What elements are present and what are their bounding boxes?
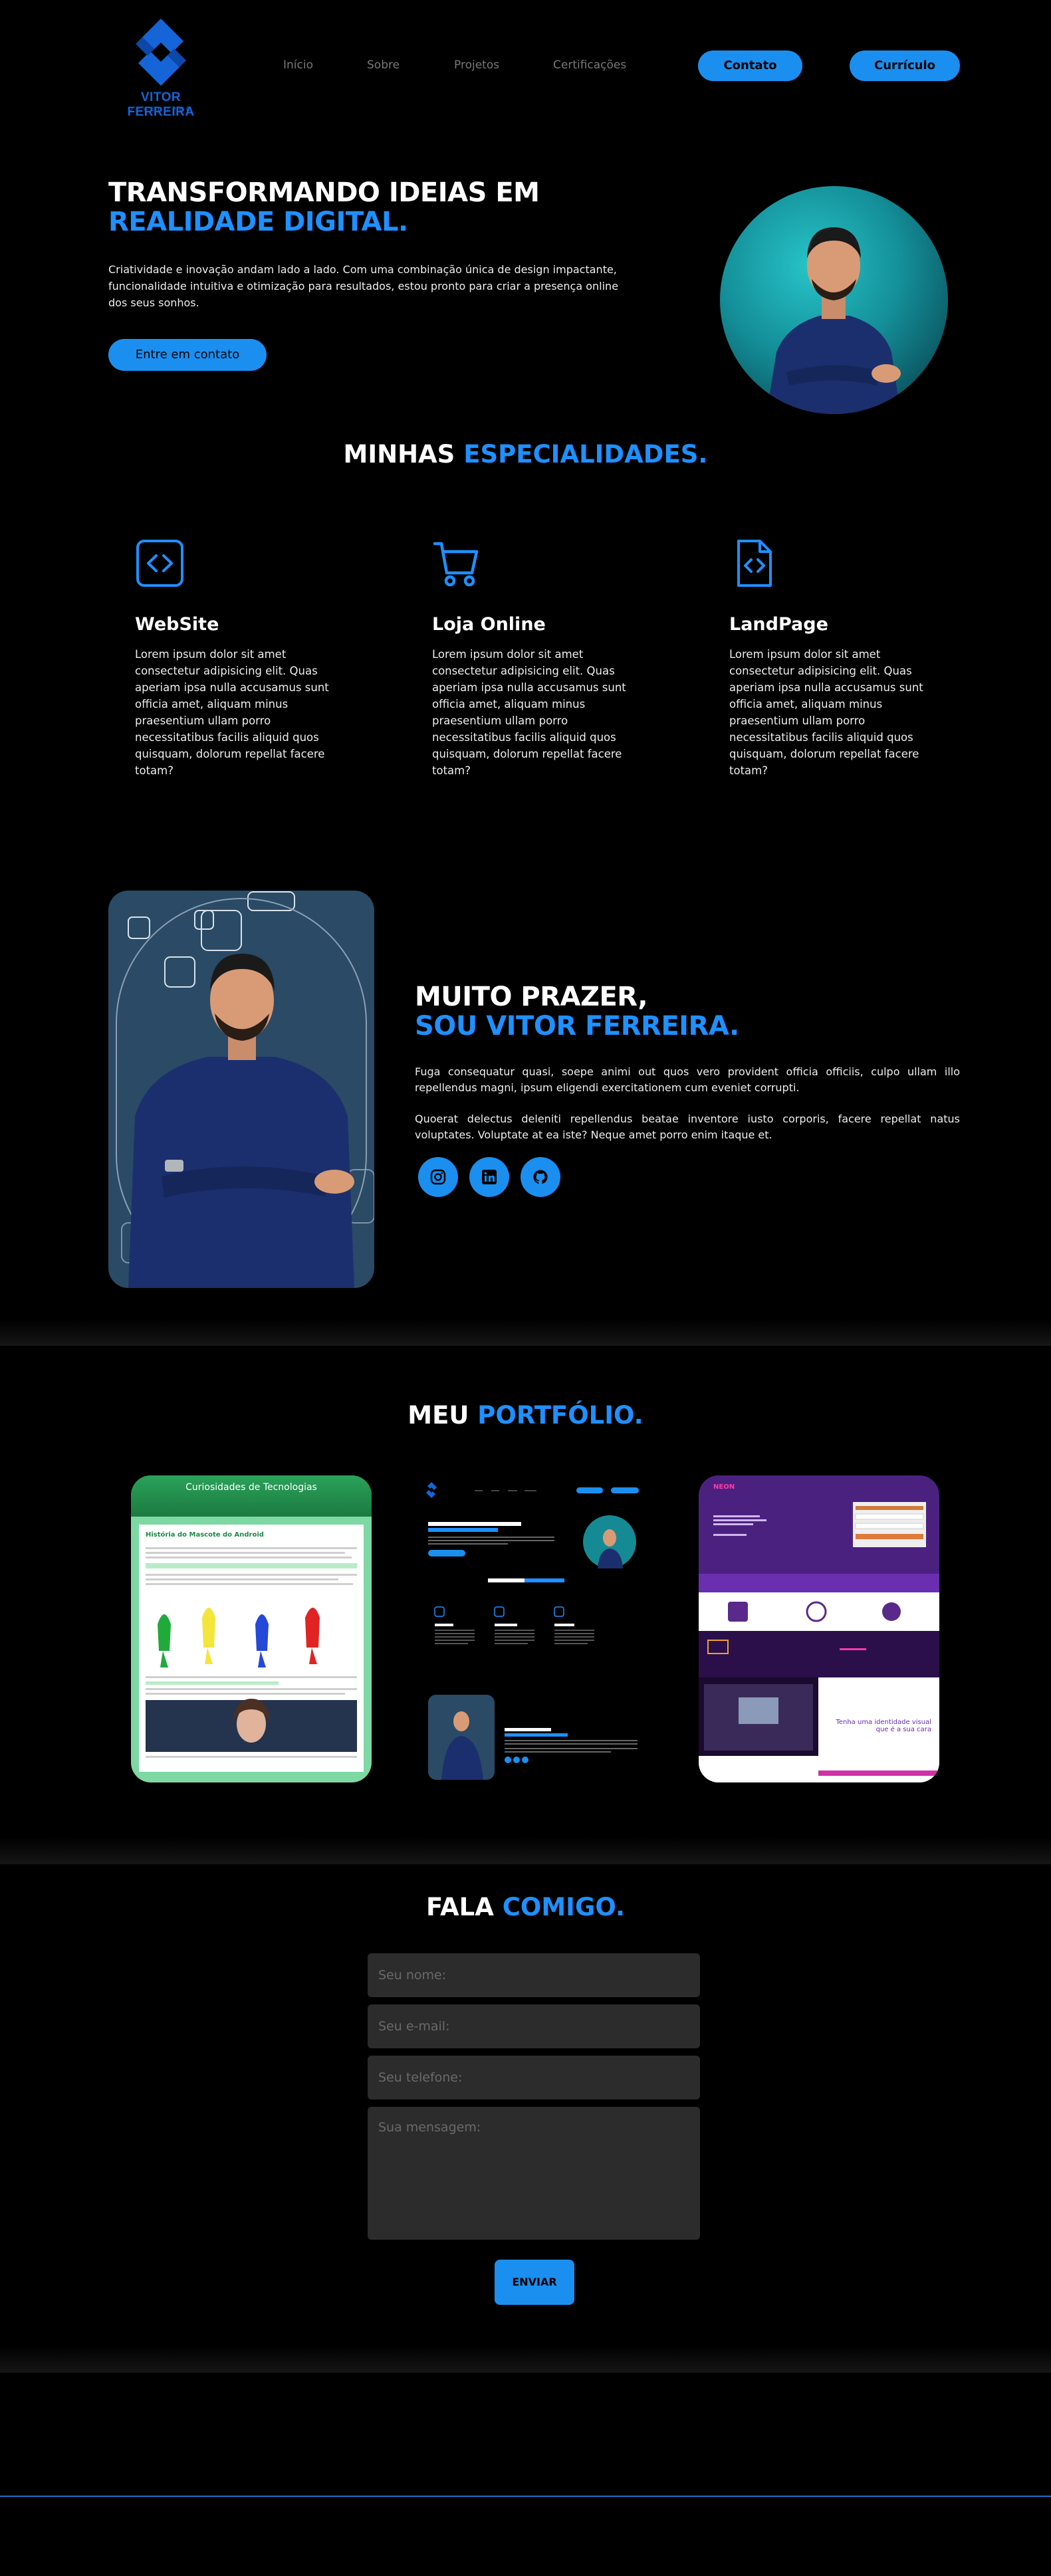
about-paragraph: Quoerat delectus deleniti repellendus be…: [415, 1113, 960, 1141]
phone-field[interactable]: [368, 2056, 700, 2099]
specialty-title: Loja Online: [432, 614, 546, 635]
specialty-text: Lorem ipsum dolor sit amet consectetur a…: [135, 648, 329, 777]
hero-title-line2: REALIDADE DIGITAL.: [108, 207, 408, 237]
specialty-text: Lorem ipsum dolor sit amet consectetur a…: [432, 648, 626, 777]
logo-name: VITOR FERREIRA: [127, 90, 195, 119]
specialties-title: MINHAS ESPECIALIDADES.: [343, 440, 708, 469]
email-field[interactable]: [368, 2004, 700, 2048]
portfolio-item-neon-site[interactable]: NEON Tenha uma identidade visual que é a…: [699, 1475, 939, 1782]
person-illustration: [116, 891, 374, 1288]
thumb-site-preview: [426, 1482, 639, 1780]
about-title: MUITO PRAZER, SOU VITOR FERREIRA.: [415, 982, 739, 1041]
footer-divider: [0, 2496, 1051, 2497]
file-code-icon: [737, 540, 772, 587]
get-in-touch-button[interactable]: Entre em contato: [108, 339, 267, 371]
about-paragraph: Fuga consequatur quasi, soepe animi out …: [415, 1065, 960, 1094]
cv-button[interactable]: Currículo: [850, 51, 960, 81]
section-divider: [0, 2346, 1051, 2373]
portfolio-title: MEU PORTFÓLIO.: [408, 1401, 643, 1430]
person-illustration: [766, 227, 901, 414]
specialty-card: WebSite Lorem ipsum dolor sit amet conse…: [135, 538, 334, 779]
hero-portrait: [720, 186, 948, 414]
message-field[interactable]: [368, 2107, 700, 2240]
send-button[interactable]: ENVIAR: [495, 2260, 574, 2305]
github-icon: [533, 1170, 548, 1184]
thumb-body: História do Mascote do Android: [139, 1525, 364, 1772]
thumb-article-preview: [146, 1547, 357, 1758]
nav-link-sobre[interactable]: Sobre: [367, 58, 400, 72]
contact-button[interactable]: Contato: [698, 51, 802, 81]
logo-mark-icon: [136, 19, 186, 86]
section-divider: [0, 1838, 1051, 1864]
hero-text: Criatividade e inovação andam lado a lad…: [108, 263, 619, 309]
code-icon: [136, 540, 183, 587]
specialty-card: Loja Online Lorem ipsum dolor sit amet c…: [432, 538, 632, 779]
section-divider: [0, 1319, 1051, 1346]
thumb-title: Curiosidades de Tecnologias: [185, 1482, 317, 1493]
instagram-icon: [430, 1169, 446, 1185]
name-field[interactable]: [368, 1953, 700, 1997]
top-nav: VITOR FERREIRA DEVELOPER Início Sobre Pr…: [0, 0, 1051, 133]
specialty-title: WebSite: [135, 614, 219, 635]
specialty-text: Lorem ipsum dolor sit amet consectetur a…: [729, 648, 923, 777]
about-title-line2: SOU VITOR FERREIRA.: [415, 1011, 739, 1041]
thumb-neon-preview: [699, 1502, 939, 1782]
nav-link-certificacoes[interactable]: Certificações: [553, 58, 626, 72]
hero-title: TRANSFORMANDO IDEIAS EM REALIDADE DIGITA…: [108, 177, 540, 237]
footer: [0, 2373, 1051, 2576]
specialty-card: LandPage Lorem ipsum dolor sit amet cons…: [729, 538, 929, 779]
linkedin-link[interactable]: [469, 1157, 509, 1197]
github-link[interactable]: [521, 1157, 560, 1197]
linkedin-icon: [482, 1170, 497, 1184]
specialty-title: LandPage: [729, 614, 828, 635]
cart-icon: [433, 542, 479, 587]
about-portrait-card: [108, 891, 374, 1288]
contact-title: FALA COMIGO.: [425, 1893, 626, 1921]
instagram-link[interactable]: [418, 1157, 458, 1197]
about-title-line1: MUITO PRAZER,: [415, 982, 648, 1012]
portfolio-item-tech-curiosities[interactable]: Curiosidades de Tecnologias História do …: [131, 1475, 372, 1782]
thumb-banner-text: Tenha uma identidade visual que é a sua …: [836, 1719, 931, 1733]
nav-link-projetos[interactable]: Projetos: [454, 58, 499, 72]
logo[interactable]: VITOR FERREIRA DEVELOPER: [108, 17, 214, 119]
portfolio-item-personal-site[interactable]: [405, 1475, 645, 1782]
hero-title-line1: TRANSFORMANDO IDEIAS EM: [108, 177, 540, 208]
nav-link-inicio[interactable]: Início: [283, 58, 313, 72]
logo-subtitle: DEVELOPER: [128, 106, 194, 113]
